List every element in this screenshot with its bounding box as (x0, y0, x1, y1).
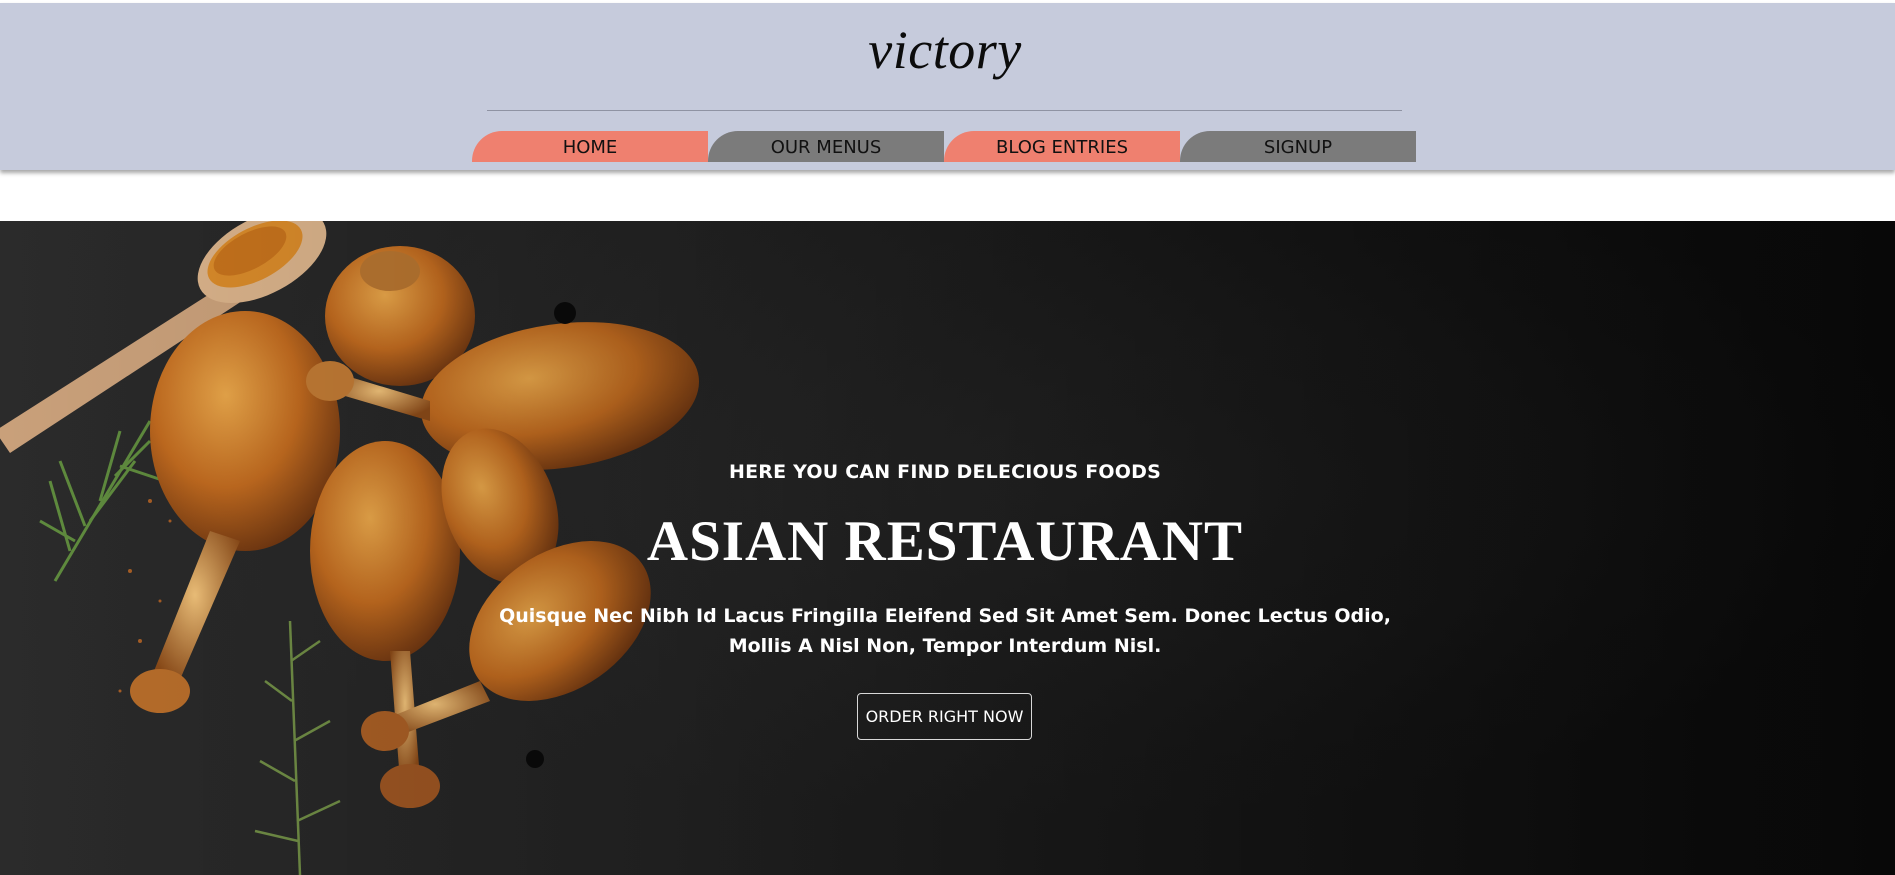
hero-section: HERE YOU CAN FIND DELECIOUS FOODS ASIAN … (0, 221, 1895, 875)
nav-home[interactable]: HOME (472, 131, 708, 162)
site-header: victory HOME OUR MENUS BLOG ENTRIES SIGN… (0, 3, 1895, 170)
nav-blog-entries[interactable]: BLOG ENTRIES (944, 131, 1180, 162)
nav-signup[interactable]: SIGNUP (1180, 131, 1416, 162)
main-nav: HOME OUR MENUS BLOG ENTRIES SIGNUP (472, 131, 1416, 162)
hero-description: Quisque Nec Nibh Id Lacus Fringilla Elei… (499, 605, 1391, 657)
header-divider (487, 110, 1402, 111)
nav-our-menus[interactable]: OUR MENUS (708, 131, 944, 162)
brand-logo[interactable]: victory (0, 19, 1890, 81)
hero-tagline: HERE YOU CAN FIND DELECIOUS FOODS (729, 461, 1161, 483)
order-now-button[interactable]: ORDER RIGHT NOW (857, 693, 1032, 740)
hero-headline: ASIAN RESTAURANT (646, 510, 1244, 573)
